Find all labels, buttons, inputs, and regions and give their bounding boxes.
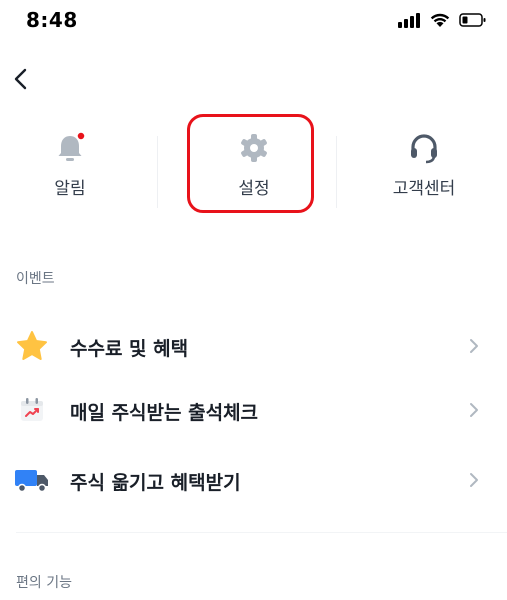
list-item-stock-transfer[interactable]: 주식 옮기고 혜택받기	[0, 450, 507, 510]
chevron-left-icon	[14, 68, 27, 90]
headset-icon	[406, 130, 442, 166]
back-button[interactable]	[6, 62, 36, 96]
status-bar: 8:48	[0, 0, 507, 44]
list-item-attendance-check[interactable]: 매일 주식받는 출석체크	[0, 380, 507, 440]
customer-center-menu-item[interactable]: 고객센터	[354, 118, 494, 218]
list-item-label: 수수료 및 혜택	[70, 338, 189, 360]
menu-divider	[157, 136, 158, 208]
chevron-right-icon	[470, 339, 478, 353]
customer-center-label: 고객센터	[392, 179, 456, 199]
chevron-right-icon	[470, 403, 478, 417]
cellular-signal-icon	[398, 13, 420, 28]
highlight-box	[187, 114, 314, 213]
alarm-label: 알림	[54, 179, 86, 199]
bell-icon	[52, 130, 88, 166]
chevron-right-icon	[470, 473, 478, 487]
battery-icon	[459, 13, 486, 27]
star-icon	[14, 330, 50, 362]
list-item-fee-benefits[interactable]: 수수료 및 혜택	[0, 316, 507, 376]
status-icons	[397, 12, 487, 28]
wifi-icon	[430, 13, 450, 27]
section-divider	[16, 532, 507, 533]
list-item-label: 매일 주식받는 출석체크	[70, 402, 259, 424]
section-title-convenience: 편의 기능	[16, 575, 72, 591]
alarm-menu-item[interactable]: 알림	[0, 118, 140, 218]
calendar-chart-icon	[14, 394, 50, 426]
section-title-event: 이벤트	[16, 271, 55, 287]
truck-icon	[14, 464, 50, 496]
list-item-label: 주식 옮기고 혜택받기	[70, 472, 241, 494]
status-time: 8:48	[26, 8, 78, 32]
menu-divider	[336, 136, 337, 208]
